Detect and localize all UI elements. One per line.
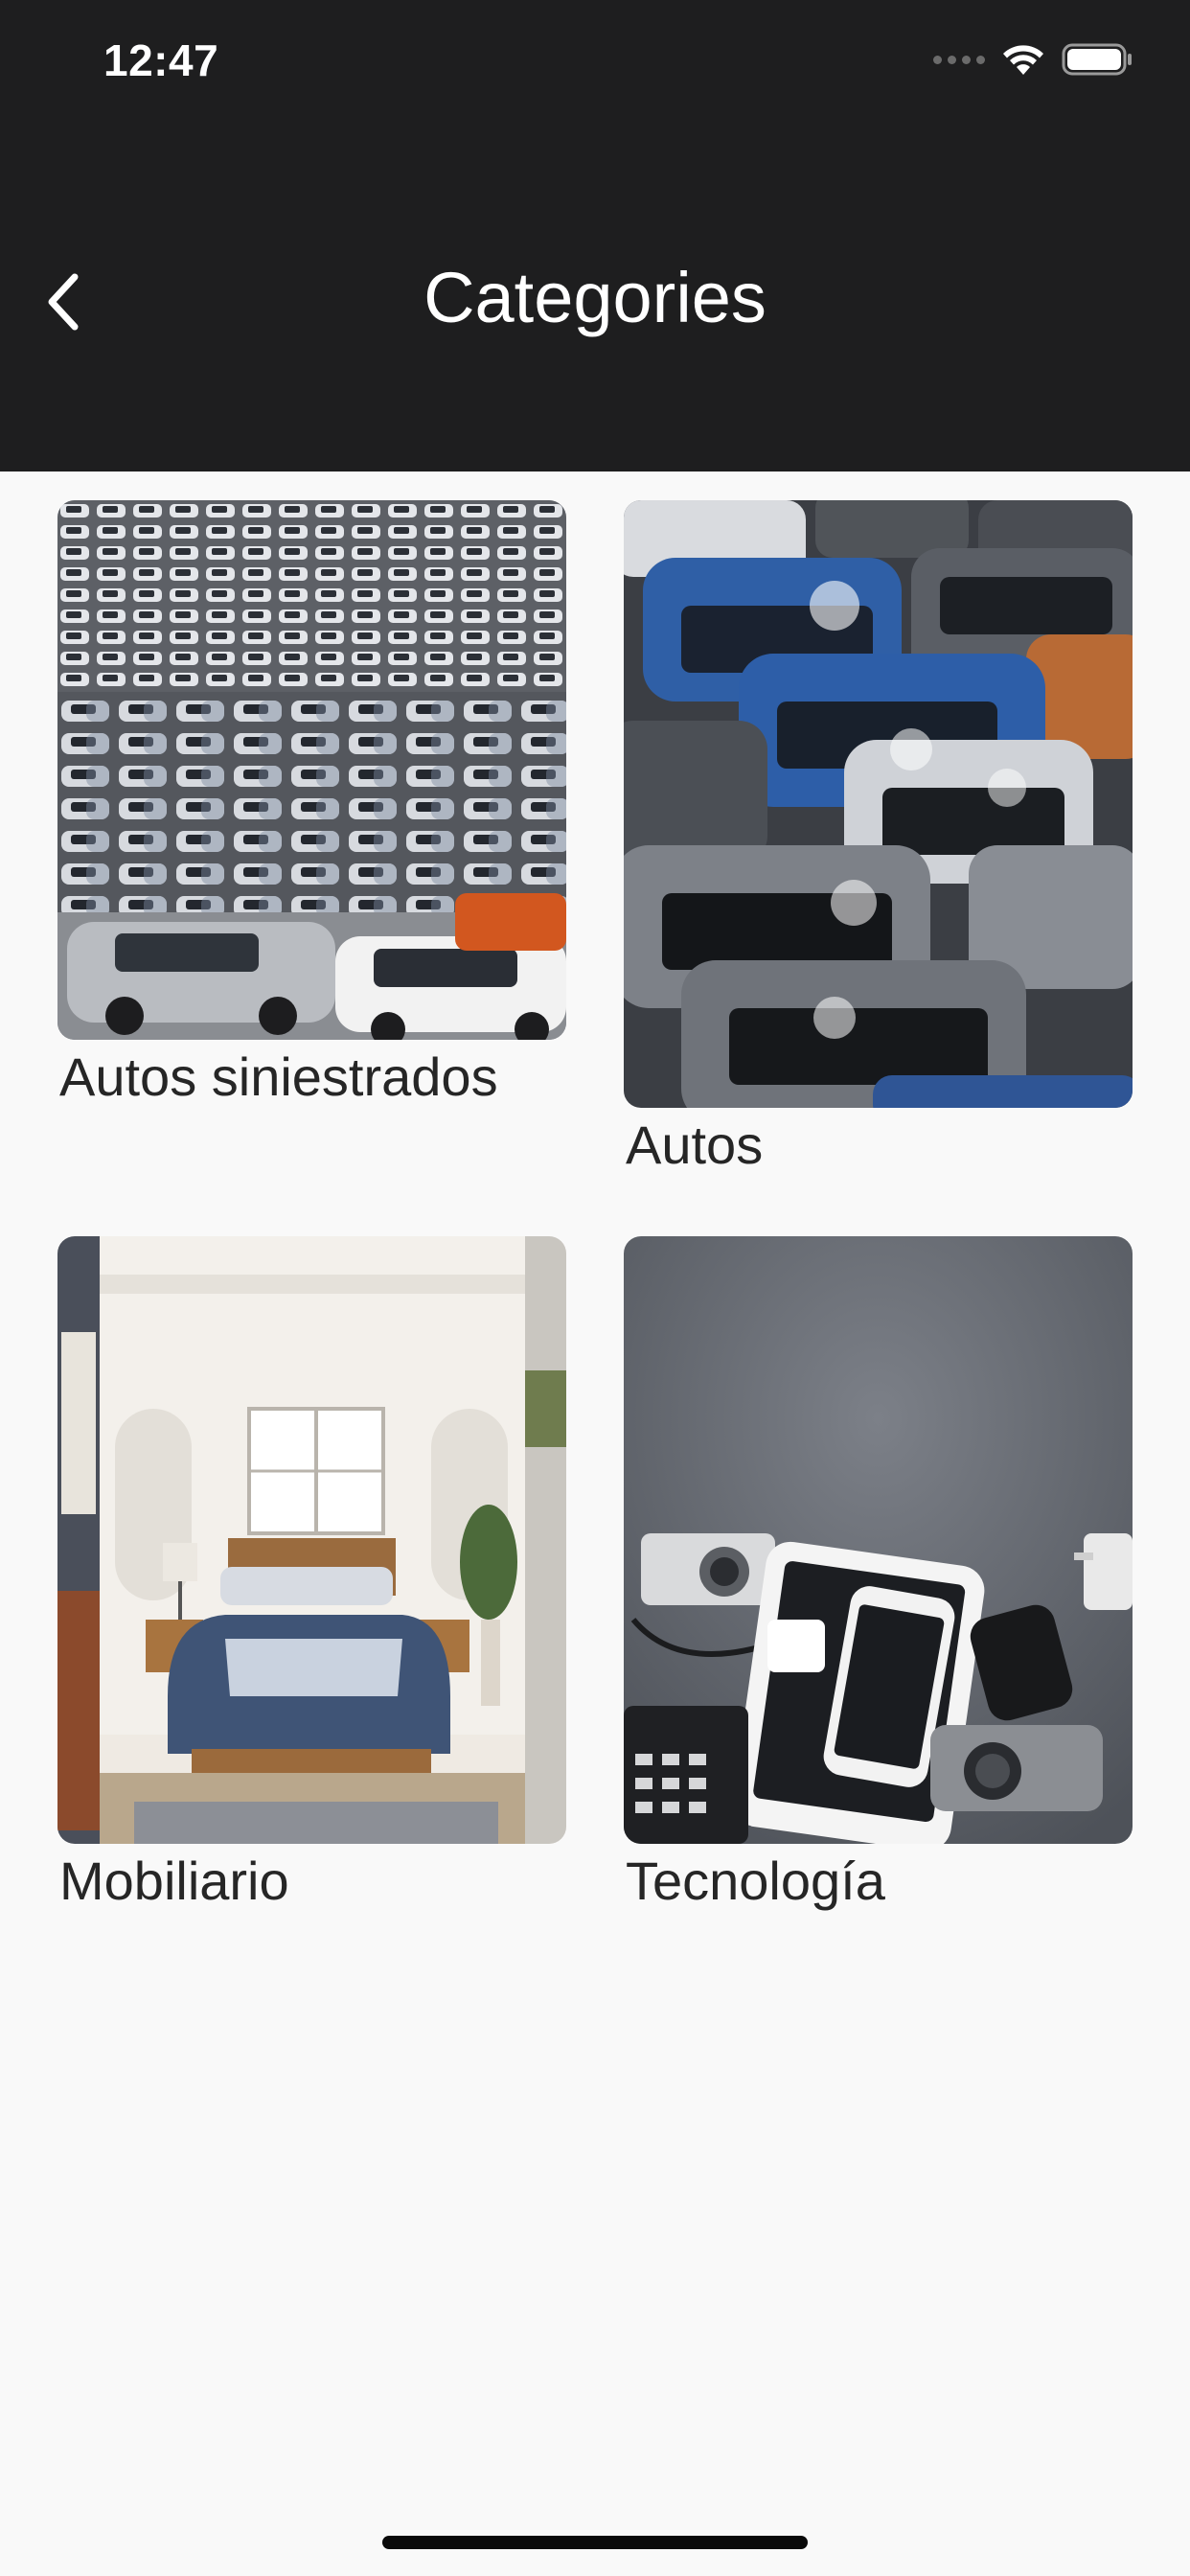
electronics-image — [624, 1236, 1133, 1844]
header-bar: 12:47 Categories — [0, 0, 1190, 472]
category-label: Tecnología — [626, 1851, 885, 1911]
category-card-mobiliario[interactable]: Mobiliario — [57, 1236, 566, 1911]
home-indicator[interactable] — [382, 2536, 808, 2549]
cellular-signal-icon — [933, 55, 985, 64]
category-label: Autos — [626, 1115, 764, 1175]
bedroom-image — [57, 1236, 566, 1844]
category-label: Mobiliario — [59, 1851, 289, 1911]
wifi-icon — [1003, 45, 1043, 75]
category-label: Autos siniestrados — [59, 1046, 498, 1107]
status-icons — [933, 42, 1134, 77]
parking-lot-image — [57, 500, 566, 1040]
categories-screen: 12:47 Categories Autos siniestrados Auto… — [0, 0, 1190, 2576]
parked-cars-image — [624, 500, 1133, 1108]
category-card-tecnologia[interactable]: Tecnología — [624, 1236, 1133, 1911]
category-card-autos-siniestrados[interactable]: Autos siniestrados — [57, 500, 566, 1171]
category-card-autos[interactable]: Autos — [624, 500, 1133, 1175]
status-time: 12:47 — [103, 35, 219, 85]
page-title: Categories — [423, 258, 767, 337]
battery-icon — [1062, 43, 1132, 76]
